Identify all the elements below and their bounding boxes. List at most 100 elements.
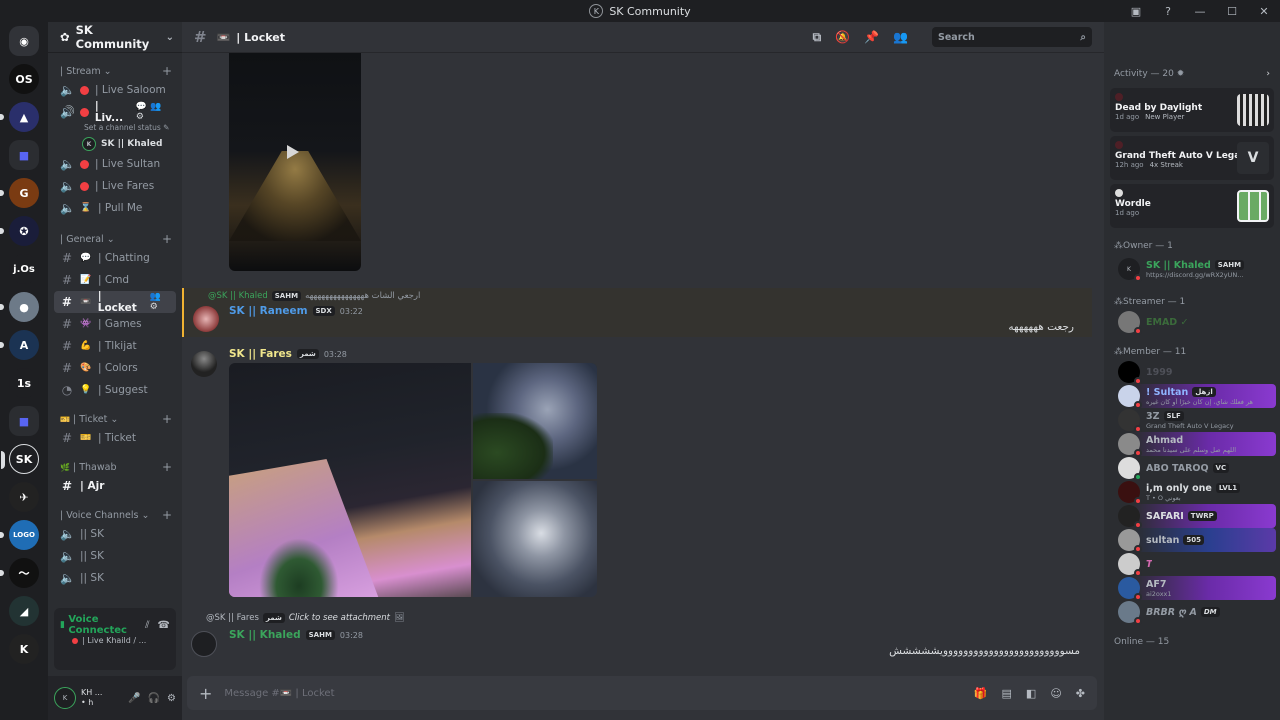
discord-home-icon[interactable]: ◉ [9, 26, 39, 56]
inbox-icon[interactable]: ▣ [1128, 3, 1144, 19]
member-item[interactable]: SAFARI TWRP [1108, 504, 1276, 529]
channel-live-fares[interactable]: 🔈 | Live Fares [54, 175, 176, 197]
member-item[interactable]: Ahmad اللهم صل وسلم على سيدنا محمد [1108, 432, 1276, 457]
image-attachment[interactable] [473, 481, 597, 597]
emoji-icon[interactable]: ☺ [1050, 687, 1061, 700]
channel-colors[interactable]: # 🎨 | Colors [54, 357, 176, 379]
channel-ticket[interactable]: # 🎫 | Ticket [54, 427, 176, 449]
server-icon-1[interactable]: ▲ [0, 102, 39, 132]
pin-icon[interactable]: 📌 [864, 30, 879, 44]
server-os[interactable]: OS [9, 64, 39, 94]
channel-suggest[interactable]: ◔ 💡 | Suggest [54, 379, 176, 401]
member-item[interactable]: ! Sultan ازهل هر فعلك شاي، إن كان خيرًا أو… [1108, 384, 1276, 409]
user-name[interactable]: KH ... • h [81, 688, 103, 708]
image-attachment[interactable] [473, 363, 597, 479]
gift-icon[interactable]: 🎁 [974, 687, 988, 700]
server-folder-icon-2[interactable]: ■ [9, 406, 39, 436]
category-thawab[interactable]: 🌿 | Thawab + [54, 459, 176, 475]
avatar[interactable] [193, 306, 219, 332]
category-ticket[interactable]: 🎫 | Ticket ⌄ + [54, 411, 176, 427]
member-item[interactable]: sultan 505 [1108, 528, 1276, 553]
voice-channel-label[interactable]: | Live Khaild / ... [54, 636, 176, 645]
server-jos[interactable]: j.Os [9, 254, 39, 284]
search-input[interactable]: Search ⌕ [932, 27, 1092, 47]
member-item[interactable]: K SK || Khaled SAHM https://discord.gg/wR… [1108, 254, 1276, 284]
avatar[interactable] [191, 631, 217, 657]
message-input[interactable]: Message #📼 | Locket [224, 688, 334, 699]
channel-pull-me[interactable]: 🔈 ⌛ | Pull Me [54, 197, 176, 219]
activity-card[interactable]: Wordle 1d ago [1110, 184, 1274, 228]
channel-live-saloom[interactable]: 🔈 | Live Saloom [54, 79, 176, 101]
server-icon-8[interactable]: ～ [0, 558, 39, 588]
category-general[interactable]: | General ⌄ + [54, 231, 176, 247]
activity-card[interactable]: Grand Theft Auto V Legacy 12h ago 4x Stre… [1110, 136, 1274, 180]
server-icon-5[interactable]: A [0, 330, 39, 360]
member-list-icon[interactable]: 👥 [893, 30, 908, 44]
minimize-button[interactable]: — [1192, 3, 1208, 19]
add-attachment-icon[interactable]: + [199, 684, 212, 703]
headphones-icon[interactable]: 🎧 [148, 693, 160, 704]
avatar[interactable]: K [54, 687, 76, 709]
add-channel-icon[interactable]: + [162, 460, 172, 474]
channel-live-sultan[interactable]: 🔈 | Live Sultan [54, 153, 176, 175]
channel-locket[interactable]: # 📼 | Locket 👥 ⚙ [54, 290, 176, 314]
category-stream[interactable]: | Stream ⌄ + [54, 63, 176, 79]
activity-card[interactable]: Dead by Daylight 1d ago New Player [1110, 88, 1274, 132]
channel-voice-sk-3[interactable]: 🔈 || SK [54, 567, 176, 589]
server-header[interactable]: ✿ SK Community ⌄ [48, 22, 182, 53]
disconnect-icon[interactable]: ☎ [158, 620, 170, 631]
add-channel-icon[interactable]: + [162, 232, 172, 246]
chevron-down-icon[interactable]: ⌄ [166, 32, 174, 43]
reply-reference[interactable]: @SK || Khaled SAHM ارجعي الشات ههههههههه… [208, 291, 420, 301]
server-icon-2[interactable]: G [0, 178, 39, 208]
image-attachment[interactable] [229, 363, 471, 597]
member-item[interactable]: i,m only one LVL1 T • O بعوني [1108, 480, 1276, 505]
chevron-right-icon[interactable]: › [1266, 69, 1270, 79]
server-icon-3[interactable]: ✪ [0, 216, 39, 246]
activity-header[interactable]: Activity — 20 ✹ › [1104, 64, 1280, 84]
server-icon-4[interactable]: ● [0, 292, 39, 322]
member-item[interactable]: EMAD ✓ [1108, 310, 1276, 335]
add-channel-icon[interactable]: + [162, 64, 172, 78]
add-channel-icon[interactable]: + [162, 508, 172, 522]
channel-voice-sk-2[interactable]: 🔈 || SK [54, 545, 176, 567]
member-item[interactable]: 1999 [1108, 360, 1276, 385]
channel-games[interactable]: # 👾 | Games [54, 313, 176, 335]
notification-off-icon[interactable]: 🔕 [835, 30, 850, 44]
server-1s[interactable]: 1s [9, 368, 39, 398]
message-author[interactable]: SK || Khaled [229, 629, 301, 641]
threads-icon[interactable]: ⧉ [813, 30, 822, 45]
channel-live-current[interactable]: 🔊 | Liv... 💬 👥 ⚙ [54, 100, 176, 124]
member-item[interactable]: BRBR ღ A DM [1108, 600, 1276, 625]
member-item[interactable]: AF7 ai2oxx1 [1108, 576, 1276, 601]
channel-ajr[interactable]: # | Ajr [54, 475, 176, 497]
sticker-icon[interactable]: ◧ [1026, 687, 1036, 700]
server-icon-7[interactable]: LOGO [0, 520, 39, 550]
channel-cmd[interactable]: # 📝 | Cmd [54, 269, 176, 291]
add-channel-icon[interactable]: + [162, 412, 172, 426]
server-folder-icon[interactable]: ■ [9, 140, 39, 170]
server-icon-6[interactable]: ✈ [9, 482, 39, 512]
signal-icon[interactable]: ▮ [60, 620, 68, 630]
server-sk-community[interactable]: SK [1, 444, 39, 474]
channel-chatting[interactable]: # 💬 | Chatting [54, 247, 176, 269]
play-icon[interactable] [287, 145, 299, 159]
channel-status-hint[interactable]: Set a channel status ✎ [54, 123, 176, 135]
gear-icon[interactable]: ⚙ [167, 693, 176, 704]
channel-tools-icons[interactable]: 💬 👥 ⚙ [136, 102, 172, 122]
message-author[interactable]: SK || Raneem [229, 305, 308, 317]
apps-icon[interactable]: ✤ [1076, 687, 1085, 700]
gif-icon[interactable]: ▤ [1002, 687, 1012, 700]
noise-suppression-icon[interactable]: ⫽ [145, 620, 149, 631]
avatar[interactable] [191, 351, 217, 377]
channel-tools-icons[interactable]: 👥 ⚙ [150, 292, 172, 312]
help-icon[interactable]: ? [1160, 3, 1176, 19]
server-icon-10[interactable]: K [9, 634, 39, 664]
channel-voice-sk-1[interactable]: 🔈 || SK [54, 523, 176, 545]
member-item[interactable]: ABO TAROQ VC [1108, 456, 1276, 481]
channel-tlkijat[interactable]: # 💪 | Tlkijat [54, 335, 176, 357]
maximize-button[interactable]: ☐ [1224, 3, 1240, 19]
member-item[interactable]: T [1108, 552, 1276, 577]
server-icon-9[interactable]: ◢ [9, 596, 39, 626]
member-item[interactable]: 3Z SLF Grand Theft Auto V Legacy [1108, 408, 1276, 433]
